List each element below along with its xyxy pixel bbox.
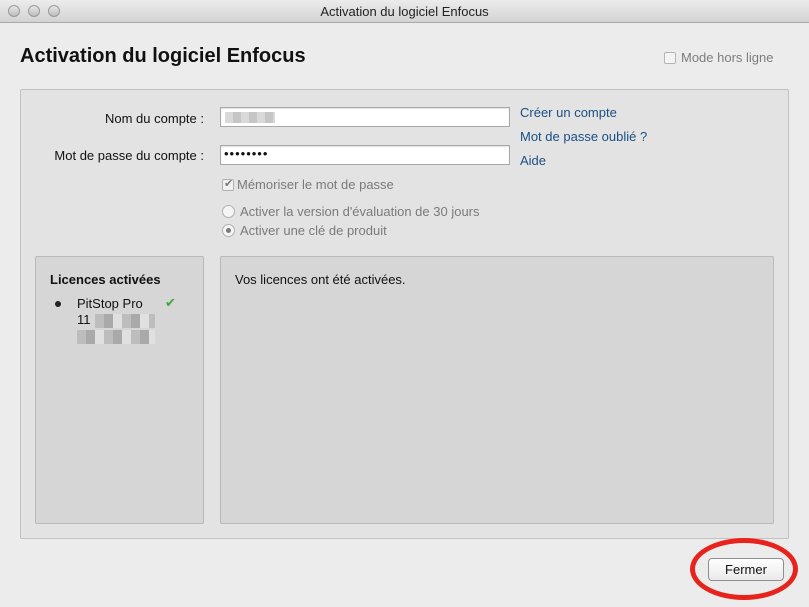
page-title: Activation du logiciel Enfocus	[20, 45, 306, 67]
password-value: ••••••••	[224, 146, 269, 161]
checkbox-icon[interactable]	[664, 52, 676, 64]
bullet-icon	[55, 301, 61, 307]
status-message: Vos licences ont été activées.	[235, 272, 406, 287]
radio-trial-version[interactable]: Activer la version d'évaluation de 30 jo…	[222, 204, 480, 219]
remember-password-label: Mémoriser le mot de passe	[237, 177, 394, 192]
title-bar: Activation du logiciel Enfocus	[0, 0, 809, 23]
forgot-password-link[interactable]: Mot de passe oublié ?	[520, 129, 647, 144]
help-link[interactable]: Aide	[520, 153, 546, 168]
create-account-link[interactable]: Créer un compte	[520, 105, 617, 120]
radio-dot-icon	[226, 228, 231, 233]
radio-trial-label: Activer la version d'évaluation de 30 jo…	[240, 204, 480, 219]
offline-mode-label: Mode hors ligne	[681, 50, 774, 65]
checkbox-icon[interactable]: ✔	[222, 178, 234, 191]
remember-password-checkbox[interactable]: ✔ Mémoriser le mot de passe	[222, 177, 394, 192]
status-message-panel: Vos licences ont été activées.	[220, 256, 774, 524]
account-name-field[interactable]	[220, 107, 510, 127]
licenses-heading: Licences activées	[50, 272, 161, 287]
radio-product-key[interactable]: Activer une clé de produit	[222, 223, 387, 238]
close-button[interactable]: Fermer	[708, 558, 784, 581]
activated-licenses-panel: Licences activées PitStop Pro ✔ 11	[35, 256, 204, 524]
radio-selected-icon[interactable]	[222, 224, 235, 237]
password-field[interactable]: ••••••••	[220, 145, 510, 165]
radio-icon[interactable]	[222, 205, 235, 218]
redacted-license-number	[95, 314, 155, 328]
password-label: Mot de passe du compte :	[54, 148, 204, 163]
redacted-license-code	[77, 330, 155, 344]
checkmark-icon: ✔	[165, 295, 176, 310]
license-name: PitStop Pro	[77, 296, 143, 311]
offline-mode-checkbox[interactable]: Mode hors ligne	[664, 50, 774, 65]
radio-product-key-label: Activer une clé de produit	[240, 223, 387, 238]
account-name-label: Nom du compte :	[105, 111, 204, 126]
checkmark-icon: ✔	[224, 178, 234, 190]
license-number: 11	[77, 312, 91, 327]
window-title: Activation du logiciel Enfocus	[320, 4, 489, 19]
redacted-account-name	[225, 112, 275, 123]
